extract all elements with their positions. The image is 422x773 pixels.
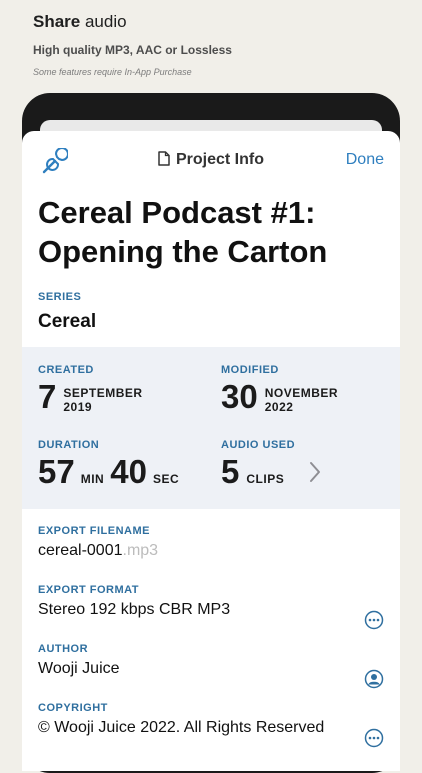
- document-icon: [158, 151, 170, 171]
- promo-note: Some features require In-App Purchase: [33, 67, 192, 77]
- series-label: SERIES: [38, 291, 82, 303]
- chevron-right-icon[interactable]: [309, 461, 321, 488]
- nav-bar: Project Info Done: [22, 131, 400, 191]
- export-format-field[interactable]: EXPORT FORMAT Stereo 192 kbps CBR MP3: [38, 584, 384, 630]
- project-title[interactable]: Cereal Podcast #1: Opening the Carton: [22, 191, 400, 271]
- modified-day: 30: [221, 378, 258, 415]
- created-stat: CREATED 7 SEPTEMBER 2019: [38, 364, 143, 416]
- export-filename-value: cereal-0001: [38, 542, 123, 559]
- project-info-sheet: Project Info Done Cereal Podcast #1: Ope…: [22, 131, 400, 771]
- more-options-icon[interactable]: [364, 728, 384, 748]
- more-options-icon[interactable]: [364, 610, 384, 630]
- series-value: Cereal: [38, 311, 97, 332]
- promo-header: Share audio High quality MP3, AAC or Los…: [33, 12, 232, 77]
- promo-subtitle: High quality MP3, AAC or Lossless: [33, 43, 232, 57]
- nav-title: Project Info: [22, 151, 400, 171]
- author-label: AUTHOR: [38, 643, 89, 655]
- audio-used-label: AUDIO USED: [221, 439, 296, 451]
- duration-sec-unit: SEC: [152, 472, 180, 486]
- created-year: 2019: [63, 400, 93, 414]
- created-day: 7: [38, 378, 57, 415]
- stats-panel: CREATED 7 SEPTEMBER 2019 MODIFIED 30 NOVEMB…: [22, 347, 400, 509]
- duration-min-unit: MIN: [80, 472, 105, 486]
- export-filename-label: EXPORT FILENAME: [38, 525, 151, 537]
- duration-label: DURATION: [38, 439, 100, 451]
- fields-list: EXPORT FILENAME cereal-0001.mp3 EXPORT F…: [38, 525, 384, 748]
- duration-stat: DURATION 57 MIN 40 SEC: [38, 439, 179, 491]
- audio-used-stat[interactable]: AUDIO USED 5 CLIPS: [221, 439, 384, 491]
- export-format-label: EXPORT FORMAT: [38, 584, 140, 596]
- author-field[interactable]: AUTHOR Wooji Juice: [38, 643, 384, 689]
- modified-stat: MODIFIED 30 NOVEMBER 2022: [221, 364, 338, 416]
- created-label: CREATED: [38, 364, 94, 376]
- duration-minutes: 57: [38, 453, 75, 490]
- promo-title-rest: audio: [80, 12, 127, 31]
- modified-month: NOVEMBER: [264, 386, 339, 400]
- modified-year: 2022: [264, 400, 294, 414]
- audio-used-count: 5: [221, 453, 240, 490]
- copyright-label: COPYRIGHT: [38, 702, 108, 714]
- export-filename-ext: .mp3: [122, 542, 159, 559]
- duration-seconds: 40: [110, 453, 147, 490]
- copyright-field[interactable]: COPYRIGHT © Wooji Juice 2022. All Rights…: [38, 702, 384, 748]
- created-month: SEPTEMBER: [63, 386, 143, 400]
- done-button[interactable]: Done: [346, 151, 384, 169]
- series-section[interactable]: SERIES Cereal: [22, 271, 400, 333]
- nav-title-text: Project Info: [175, 151, 264, 168]
- person-icon[interactable]: [364, 669, 384, 689]
- copyright-value: © Wooji Juice 2022. All Rights Reserved: [38, 719, 325, 736]
- promo-title-bold: Share: [33, 12, 81, 31]
- export-filename-field[interactable]: EXPORT FILENAME cereal-0001.mp3: [38, 525, 384, 560]
- author-value: Wooji Juice: [38, 660, 120, 677]
- export-format-value: Stereo 192 kbps CBR MP3: [38, 601, 231, 618]
- modified-label: MODIFIED: [221, 364, 279, 376]
- promo-title: Share audio: [33, 12, 232, 32]
- audio-used-unit: CLIPS: [246, 472, 285, 486]
